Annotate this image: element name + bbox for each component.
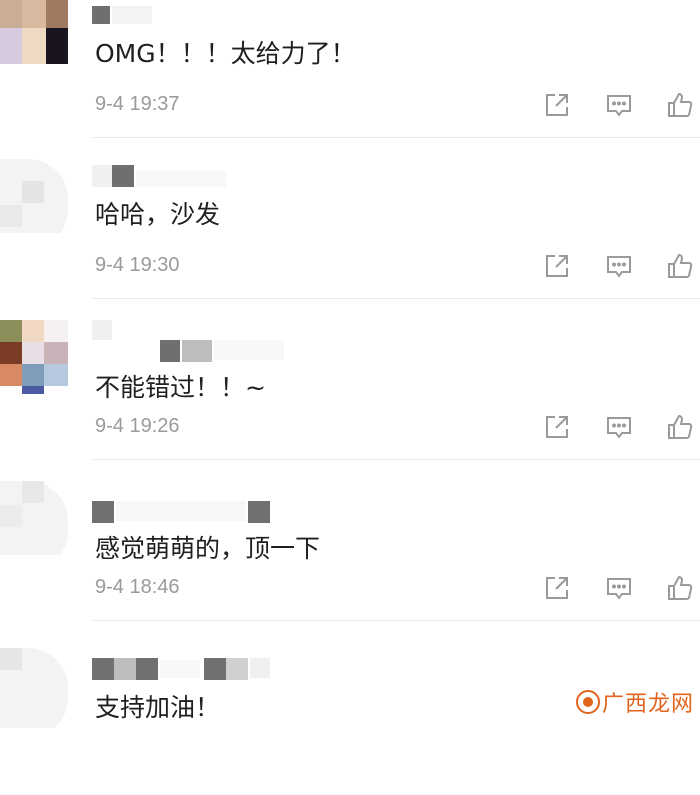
share-icon[interactable] [540, 410, 574, 444]
divider [92, 620, 700, 621]
site-watermark: 广西龙网 [575, 686, 694, 718]
avatar[interactable] [0, 0, 68, 64]
share-icon[interactable] [540, 571, 574, 605]
username-redacted[interactable] [92, 0, 352, 26]
thumbs-up-icon[interactable] [663, 88, 697, 122]
comment-icon[interactable] [602, 249, 636, 283]
divider [92, 459, 700, 460]
comment-time: 9-4 19:30 [95, 254, 180, 276]
avatar[interactable] [0, 481, 68, 555]
comment-text: 哈哈，沙发 [95, 200, 221, 229]
comment-icon[interactable] [602, 571, 636, 605]
avatar[interactable] [0, 648, 68, 728]
comment-text: 不能错过！！~ [95, 373, 266, 402]
avatar[interactable] [0, 320, 68, 394]
username-redacted[interactable] [92, 634, 352, 680]
comment-item: 不能错过！！~ 9-4 19:26 [0, 312, 700, 473]
divider [92, 137, 700, 138]
watermark-text: 广西龙网 [601, 692, 694, 717]
thumbs-up-icon[interactable] [663, 571, 697, 605]
logo-icon [575, 690, 600, 714]
username-redacted[interactable] [92, 473, 352, 523]
thumbs-up-icon[interactable] [663, 410, 697, 444]
share-icon[interactable] [540, 88, 574, 122]
share-icon[interactable] [540, 249, 574, 283]
comment-item: 哈哈，沙发 9-4 19:30 [0, 151, 700, 312]
username-redacted[interactable] [92, 312, 352, 362]
thumbs-up-icon[interactable] [663, 249, 697, 283]
comment-text: OMG！！！太给力了！ [95, 39, 356, 68]
comment-item: OMG！！！太给力了！ 9-4 19:37 [0, 0, 700, 151]
username-redacted[interactable] [92, 151, 352, 187]
divider [92, 298, 700, 299]
comment-icon[interactable] [602, 88, 636, 122]
comment-time: 9-4 19:26 [95, 415, 180, 437]
comment-text: 支持加油！ [95, 693, 221, 722]
comment-icon[interactable] [602, 410, 636, 444]
comment-time: 9-4 18:46 [95, 576, 180, 598]
comment-item: 感觉萌萌的，顶一下 9-4 18:46 [0, 473, 700, 634]
avatar[interactable] [0, 159, 68, 233]
comment-time: 9-4 19:37 [95, 93, 180, 115]
comment-text: 感觉萌萌的，顶一下 [95, 534, 321, 563]
